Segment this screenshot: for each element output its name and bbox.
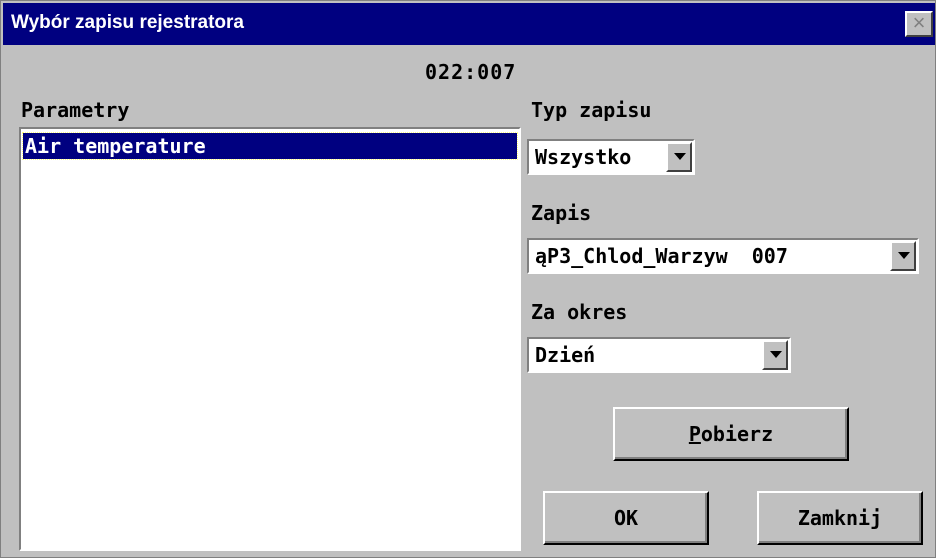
period-label: Za okres: [531, 300, 628, 324]
fetch-button[interactable]: Pobierz: [613, 407, 849, 461]
record-dropdown-button[interactable]: [890, 241, 916, 271]
record-type-value: Wszystko: [535, 145, 632, 169]
record-value: ąP3_Chlod_Warzyw 007: [535, 244, 788, 268]
record-label: Zapis: [531, 201, 592, 225]
period-value: Dzień: [535, 343, 596, 367]
fetch-button-accel: P: [688, 422, 701, 446]
dialog-window: Wybór zapisu rejestratora × 022:007 Para…: [0, 0, 936, 558]
record-type-dropdown-button[interactable]: [666, 142, 692, 172]
record-type-select[interactable]: Wszystko: [527, 139, 695, 175]
ok-button[interactable]: OK: [543, 491, 709, 545]
close-button[interactable]: Zamknij: [757, 491, 923, 545]
parameters-label: Parametry: [21, 98, 130, 122]
record-code: 022:007: [425, 60, 517, 84]
record-select[interactable]: ąP3_Chlod_Warzyw 007: [527, 238, 919, 274]
list-item[interactable]: Air temperature: [22, 132, 518, 160]
chevron-down-icon: [674, 153, 686, 160]
parameters-list[interactable]: Air temperature: [19, 127, 521, 551]
chevron-down-icon: [770, 351, 782, 358]
window-title: Wybór zapisu rejestratora: [11, 12, 245, 33]
chevron-down-icon: [898, 252, 910, 259]
title-bar: Wybór zapisu rejestratora ×: [3, 3, 935, 45]
period-dropdown-button[interactable]: [762, 340, 788, 370]
fetch-button-label: obierz: [700, 422, 774, 446]
close-icon[interactable]: ×: [905, 11, 933, 37]
period-select[interactable]: Dzień: [527, 337, 791, 373]
record-type-label: Typ zapisu: [531, 98, 652, 122]
